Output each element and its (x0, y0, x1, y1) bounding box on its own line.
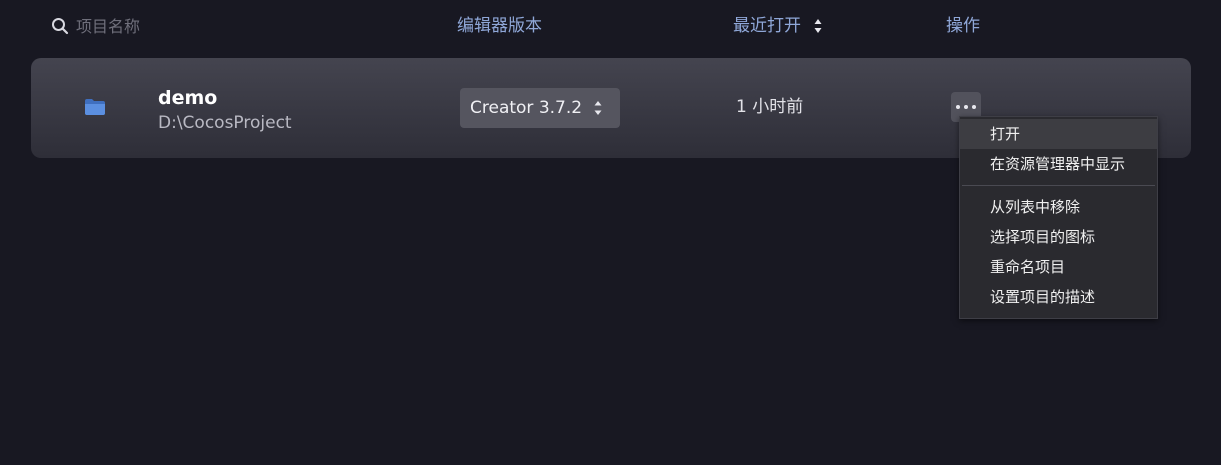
menu-divider (962, 185, 1155, 186)
project-name: demo (158, 87, 218, 109)
project-path: D:\CocosProject (158, 113, 292, 133)
editor-version-value: Creator 3.7.2 (470, 98, 583, 118)
menu-item-choose-icon[interactable]: 选择项目的图标 (960, 222, 1157, 252)
search-input[interactable] (76, 15, 236, 37)
search-box[interactable] (50, 13, 250, 39)
editor-version-select[interactable]: Creator 3.7.2 (460, 88, 620, 128)
project-manager: 编辑器版本 最近打开 操作 demo D:\CocosProject Creat… (0, 0, 1221, 465)
menu-item-remove-from-list[interactable]: 从列表中移除 (960, 192, 1157, 222)
column-header-actions: 操作 (946, 16, 980, 36)
menu-item-open[interactable]: 打开 (960, 119, 1157, 149)
column-header-last-opened-label: 最近打开 (733, 16, 801, 36)
menu-item-set-description[interactable]: 设置项目的描述 (960, 282, 1157, 312)
more-icon (956, 105, 976, 109)
menu-item-show-in-explorer[interactable]: 在资源管理器中显示 (960, 149, 1157, 179)
column-header-editor-version[interactable]: 编辑器版本 (457, 15, 542, 37)
menu-item-rename[interactable]: 重命名项目 (960, 252, 1157, 282)
sort-icon[interactable] (813, 16, 823, 36)
context-menu: 打开 在资源管理器中显示 从列表中移除 选择项目的图标 重命名项目 设置项目的描… (959, 116, 1158, 319)
search-icon (50, 16, 70, 36)
folder-icon (83, 97, 107, 117)
column-header-last-opened[interactable]: 最近打开 (733, 15, 823, 37)
up-down-arrow-icon (593, 97, 603, 119)
last-opened-time: 1 小时前 (736, 97, 804, 117)
